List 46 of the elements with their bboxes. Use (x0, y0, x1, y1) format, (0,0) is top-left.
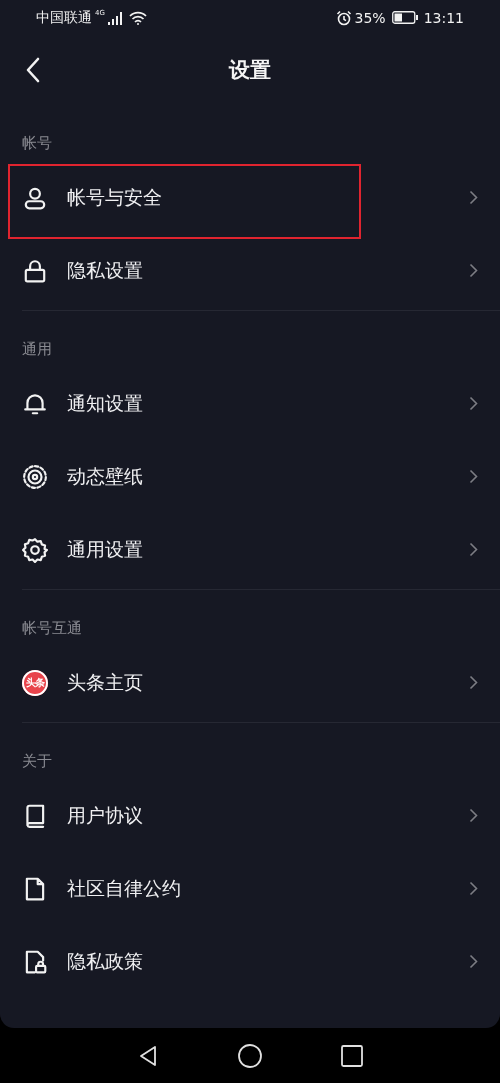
chevron-icon (469, 881, 478, 896)
battery-icon (391, 11, 418, 24)
settings-icon (22, 536, 48, 563)
settings-item[interactable]: 帐号与安全 (0, 161, 500, 234)
settings-item[interactable]: 头条 头条主页 (0, 646, 500, 719)
settings-item[interactable]: 社区自律公约 (0, 852, 500, 925)
settings-item[interactable]: 用户协议 (0, 779, 500, 852)
chevron-icon (469, 396, 478, 411)
chevron-icon (469, 190, 478, 205)
item-label: 隐私政策 (67, 948, 144, 974)
chevron-icon (469, 469, 478, 484)
settings-item[interactable]: 动态壁纸 (0, 440, 500, 513)
item-label: 通用设置 (67, 536, 144, 562)
back-chevron-icon (25, 57, 41, 83)
chevron-icon (469, 808, 478, 823)
item-label: 头条主页 (67, 669, 144, 695)
page-title: 设置 (229, 57, 271, 84)
battery-percent: 35% (354, 9, 386, 26)
item-label: 动态壁纸 (67, 463, 144, 489)
carrier-name: 中国联通 (36, 8, 92, 27)
chevron-icon (469, 263, 478, 278)
section-label: 帐号 (21, 133, 53, 154)
settings-item[interactable]: 通用设置 (0, 513, 500, 586)
home-circle-icon[interactable] (238, 1043, 262, 1068)
section-label: 关于 (21, 751, 53, 772)
item-label: 通知设置 (67, 390, 144, 416)
signal-icon (107, 10, 122, 25)
settings-item[interactable]: 隐私政策 (0, 925, 500, 998)
clock-time: 13:11 (423, 9, 464, 26)
app-badge: 头条 (22, 669, 48, 696)
item-label: 用户协议 (67, 802, 144, 828)
item-label: 隐私设置 (67, 257, 144, 283)
chevron-icon (469, 542, 478, 557)
section-label: 帐号互通 (21, 618, 83, 639)
chevron-icon (469, 954, 478, 969)
settings-item[interactable]: 通知设置 (0, 367, 500, 440)
item-label: 社区自律公约 (67, 875, 182, 901)
lock-icon (22, 257, 48, 284)
recents-square-icon[interactable] (340, 1043, 364, 1068)
item-label: 帐号与安全 (67, 184, 163, 210)
dashed-circle-icon (22, 463, 48, 490)
alarm-icon (335, 9, 352, 26)
wifi-icon (128, 10, 147, 25)
settings-item[interactable]: 隐私设置 (0, 234, 500, 307)
section-label: 通用 (21, 339, 53, 360)
chevron-icon (469, 675, 478, 690)
